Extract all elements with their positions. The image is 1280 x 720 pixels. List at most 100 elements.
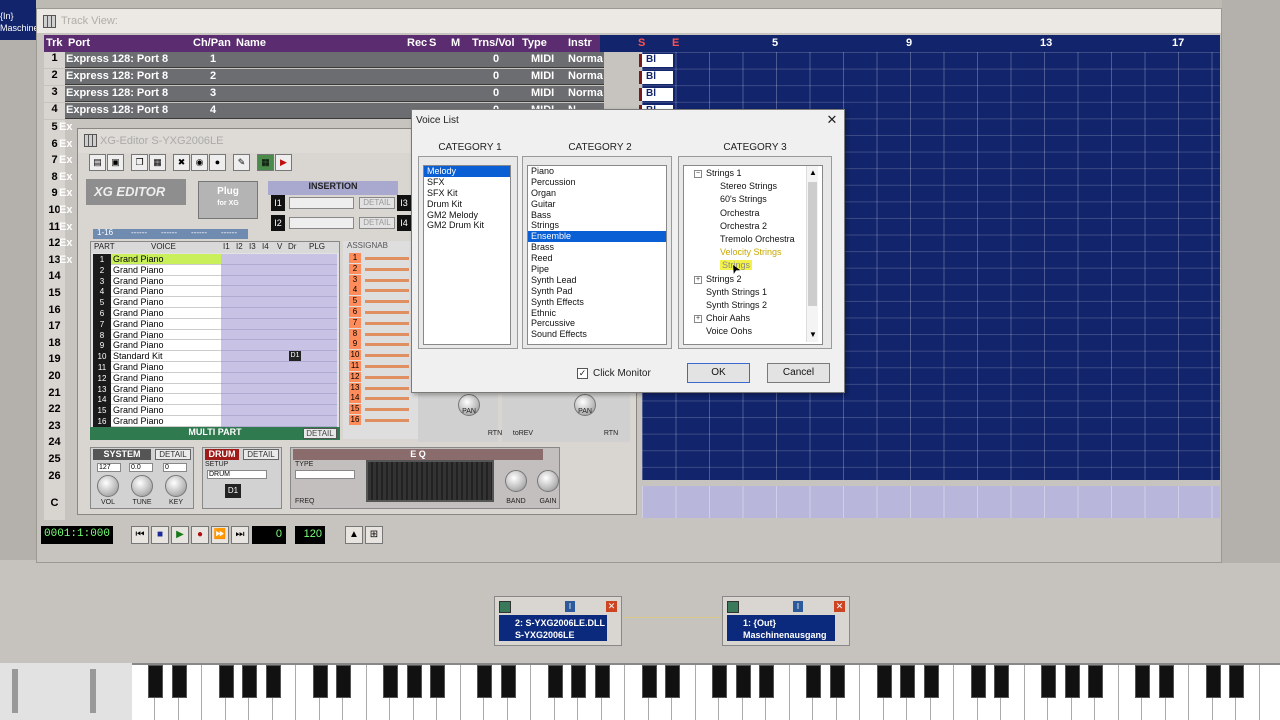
tab-bank[interactable]: ------: [191, 228, 207, 237]
part-effect-cells[interactable]: [221, 275, 337, 287]
voice-tree-item[interactable]: Voice Oohs: [706, 326, 752, 336]
part-row[interactable]: 3 Grand Piano: [93, 275, 337, 287]
monitor-icon[interactable]: ◉: [191, 154, 208, 171]
assign-row[interactable]: 2: [349, 263, 409, 275]
assign-row[interactable]: 16: [349, 415, 409, 426]
assign-row[interactable]: 13: [349, 382, 409, 394]
category-item[interactable]: GM2 Drum Kit: [424, 220, 510, 231]
info-icon[interactable]: I: [793, 601, 803, 612]
black-key[interactable]: [1135, 665, 1150, 698]
tab-1-16[interactable]: 1-16: [97, 228, 113, 237]
category2-list[interactable]: Piano Percussion Organ Guitar Bass Strings Ens…: [527, 165, 667, 345]
part-row[interactable]: 6 Grand Piano: [93, 308, 337, 319]
part-voice[interactable]: Grand Piano: [111, 340, 221, 352]
clip[interactable]: Bl: [639, 88, 673, 101]
record-button[interactable]: ●: [191, 526, 209, 544]
track-instr[interactable]: Norma: [568, 70, 603, 82]
black-key[interactable]: [923, 665, 939, 698]
close-icon[interactable]: ✕: [834, 601, 845, 612]
col-mute[interactable]: M: [451, 37, 460, 49]
mod-wheel[interactable]: [90, 669, 96, 713]
scroll-down-icon[interactable]: ▼: [809, 330, 817, 339]
part-voice[interactable]: Grand Piano: [111, 318, 221, 330]
assign-slider[interactable]: [365, 278, 409, 282]
voice-tree-item[interactable]: Velocity Strings: [720, 247, 782, 257]
assign-row[interactable]: 15: [349, 404, 409, 415]
assign-slider[interactable]: [365, 332, 409, 336]
save-icon[interactable]: ▣: [107, 154, 124, 171]
voice-tree-item[interactable]: Stereo Strings: [720, 181, 777, 191]
part-voice[interactable]: Grand Piano: [111, 286, 221, 298]
track-type[interactable]: MIDI: [531, 70, 554, 82]
assign-row[interactable]: 7: [349, 317, 409, 329]
assign-row[interactable]: 14: [349, 393, 409, 404]
cancel-button[interactable]: Cancel: [767, 363, 830, 383]
insertion-detail-button[interactable]: DETAIL: [359, 197, 395, 209]
play-button[interactable]: ▶: [171, 526, 189, 544]
black-key[interactable]: [242, 665, 257, 698]
assign-row[interactable]: 12: [349, 371, 409, 383]
category1-list[interactable]: Melody SFX SFX Kit Drum Kit GM2 Melody GM2 Dr…: [423, 165, 511, 345]
assign-slider[interactable]: [365, 311, 409, 314]
loop-value-display[interactable]: 0: [252, 526, 286, 544]
black-key[interactable]: [265, 665, 281, 698]
part-voice[interactable]: Grand Piano: [111, 362, 221, 373]
track-type[interactable]: MIDI: [531, 87, 554, 99]
part-voice[interactable]: Grand Piano: [111, 394, 221, 406]
part-row[interactable]: 5 Grand Piano: [93, 297, 337, 308]
assign-row[interactable]: 5: [349, 296, 409, 307]
fast-forward-button[interactable]: ⏩: [211, 526, 229, 544]
part-row[interactable]: 1 Grand Piano: [93, 254, 337, 265]
expand-icon[interactable]: +: [694, 315, 702, 324]
track-instr[interactable]: Norma: [568, 87, 603, 99]
track-view-titlebar[interactable]: Track View:: [37, 9, 1221, 33]
assign-row[interactable]: 10: [349, 350, 409, 361]
part-effect-cells[interactable]: [221, 405, 337, 416]
black-key[interactable]: [641, 665, 657, 698]
category-item[interactable]: Reed: [528, 253, 666, 264]
part-effect-cells[interactable]: [221, 264, 337, 276]
assign-slider[interactable]: [365, 365, 409, 368]
track-trns[interactable]: 0: [493, 70, 499, 82]
part-effect-cells[interactable]: [221, 308, 337, 319]
scroll-thumb[interactable]: [808, 182, 817, 306]
black-key[interactable]: [1229, 665, 1244, 698]
scroll-up-icon[interactable]: ▲: [809, 168, 817, 177]
category-item[interactable]: GM2 Melody: [424, 210, 510, 221]
part-row[interactable]: 2 Grand Piano: [93, 264, 337, 276]
track-port[interactable]: Express 128: Port 8: [66, 70, 168, 82]
drum-detail-button[interactable]: DETAIL: [243, 449, 279, 460]
input-node-fragment[interactable]: {In} Maschine: [0, 0, 39, 40]
category-item[interactable]: SFX: [424, 177, 510, 188]
part-row[interactable]: 14 Grand Piano: [93, 394, 337, 406]
part-row[interactable]: 12 Grand Piano: [93, 372, 337, 384]
part-effect-cells[interactable]: [221, 372, 337, 384]
part-voice[interactable]: Grand Piano: [111, 264, 221, 276]
black-key[interactable]: [829, 665, 845, 698]
black-key[interactable]: [312, 665, 328, 698]
track-trns[interactable]: 0: [493, 53, 499, 65]
track-channel[interactable]: 3: [210, 87, 216, 99]
part-effect-cells[interactable]: [221, 416, 337, 427]
lower-track-lane[interactable]: [642, 486, 1220, 518]
track-port[interactable]: Express 128: Port 8: [66, 104, 168, 116]
part-row[interactable]: 16 Grand Piano: [93, 416, 337, 427]
assign-slider[interactable]: [365, 386, 409, 390]
voice-list-titlebar[interactable]: Voice List: [412, 110, 844, 130]
black-key[interactable]: [900, 665, 915, 698]
track-trns[interactable]: 0: [493, 87, 499, 99]
category-item[interactable]: Drum Kit: [424, 199, 510, 210]
black-key[interactable]: [1158, 665, 1174, 698]
part-effect-cells[interactable]: [221, 340, 337, 352]
col-trk[interactable]: Trk: [46, 37, 63, 49]
stop-button[interactable]: ■: [151, 526, 169, 544]
info-icon[interactable]: I: [565, 601, 575, 612]
insertion-slot[interactable]: I1 DETAIL I3: [271, 195, 411, 211]
track-channel[interactable]: 1: [210, 53, 216, 65]
clip[interactable]: Bl: [639, 71, 673, 84]
part-effect-cells[interactable]: [221, 297, 337, 308]
clip[interactable]: Bl: [639, 54, 673, 67]
rewind-button[interactable]: ⏮: [131, 526, 149, 544]
voice-tree-item[interactable]: Orchestra: [720, 208, 760, 218]
start-marker[interactable]: S: [638, 37, 645, 49]
